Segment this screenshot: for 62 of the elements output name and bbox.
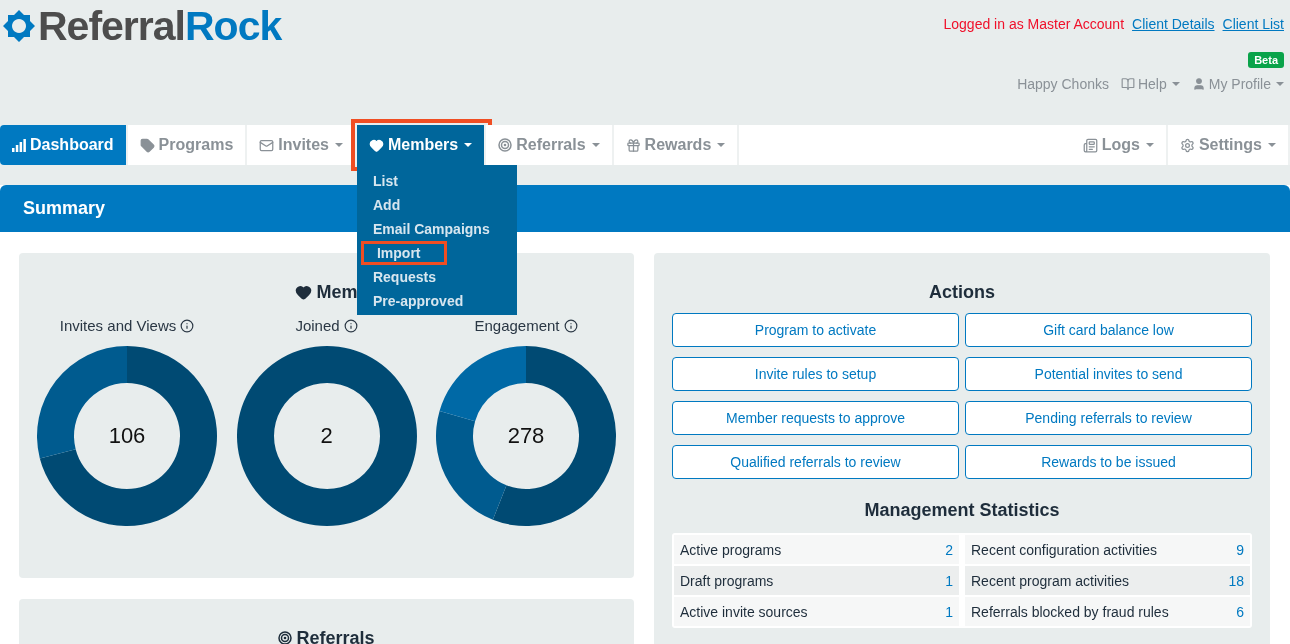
heart-icon [295, 283, 313, 301]
action-button[interactable]: Member requests to approve [672, 401, 959, 435]
envelope-icon [259, 137, 275, 153]
stat-label: Referrals blocked by fraud rules [971, 603, 1169, 620]
account-link[interactable]: Client Details [1132, 16, 1215, 32]
stat-value[interactable]: 1 [945, 572, 953, 589]
info-icon[interactable] [343, 318, 358, 333]
chart-label: Invites and Views [59, 317, 177, 334]
account-link[interactable]: Client List [1222, 16, 1284, 32]
info-icon[interactable] [563, 318, 578, 333]
logo-icon [2, 9, 36, 43]
action-button[interactable]: Invite rules to setup [672, 357, 959, 391]
panel-title: Referrals [296, 627, 375, 644]
target-icon [278, 631, 293, 644]
menu-item[interactable]: Pre-approved [356, 289, 517, 313]
stat-label: Draft programs [680, 572, 774, 589]
chart-label: Joined [295, 317, 340, 334]
info-icon[interactable] [180, 318, 195, 333]
stat-label: Active programs [680, 541, 782, 558]
action-button[interactable]: Potential invites to send [965, 357, 1252, 391]
donut-value: 278 [507, 423, 545, 449]
donut-value: 2 [320, 423, 333, 449]
panel-title: Management Statistics [864, 498, 1060, 522]
user-menu-item[interactable]: Help [1120, 76, 1180, 92]
action-button[interactable]: Qualified referrals to review [672, 445, 959, 479]
user-icon [1191, 77, 1206, 91]
action-button[interactable]: Gift card balance low [965, 313, 1252, 347]
login-notice: Logged in as Master Account [943, 16, 1125, 32]
list-icon [1082, 137, 1098, 153]
menu-item[interactable]: Add [356, 193, 517, 217]
stat-value[interactable]: 1 [945, 603, 953, 620]
menu-item[interactable]: Requests [356, 265, 517, 289]
action-button[interactable]: Rewards to be issued [965, 445, 1252, 479]
signal-bars-icon [12, 138, 26, 152]
chart-label: Engagement [474, 317, 560, 334]
target-icon [498, 138, 513, 152]
panel-title: Mem [316, 281, 358, 303]
stat-value[interactable]: 18 [1228, 572, 1244, 589]
gift-icon [625, 137, 641, 153]
donut-value: 106 [108, 423, 146, 449]
action-button[interactable]: Program to activate [672, 313, 959, 347]
menu-item[interactable]: List [356, 169, 517, 193]
summary-title: Summary [23, 198, 106, 219]
nav-tab[interactable]: Dashboard [0, 125, 128, 165]
beta-badge: Beta [1248, 52, 1284, 68]
tag-icon [139, 137, 155, 153]
action-button[interactable]: Pending referrals to review [965, 401, 1252, 435]
stat-value[interactable]: 2 [945, 541, 953, 558]
user-menu-item[interactable]: Happy Chonks [1017, 76, 1109, 92]
user-menu-item[interactable]: My Profile [1191, 76, 1284, 92]
panel-title: Actions [929, 280, 995, 304]
logo-wordmark: ReferralRock [38, 4, 282, 48]
menu-item[interactable]: Import [360, 241, 447, 265]
settings-icon [1179, 137, 1195, 153]
stat-label: Recent configuration activities [971, 541, 1157, 558]
stat-value[interactable]: 6 [1236, 603, 1244, 620]
stat-label: Recent program activities [971, 572, 1129, 589]
stat-value[interactable]: 9 [1236, 541, 1244, 558]
heart-icon [368, 137, 384, 153]
book-icon [1120, 77, 1135, 91]
stat-label: Active invite sources [680, 603, 808, 620]
menu-item[interactable]: Email Campaigns [356, 217, 517, 241]
